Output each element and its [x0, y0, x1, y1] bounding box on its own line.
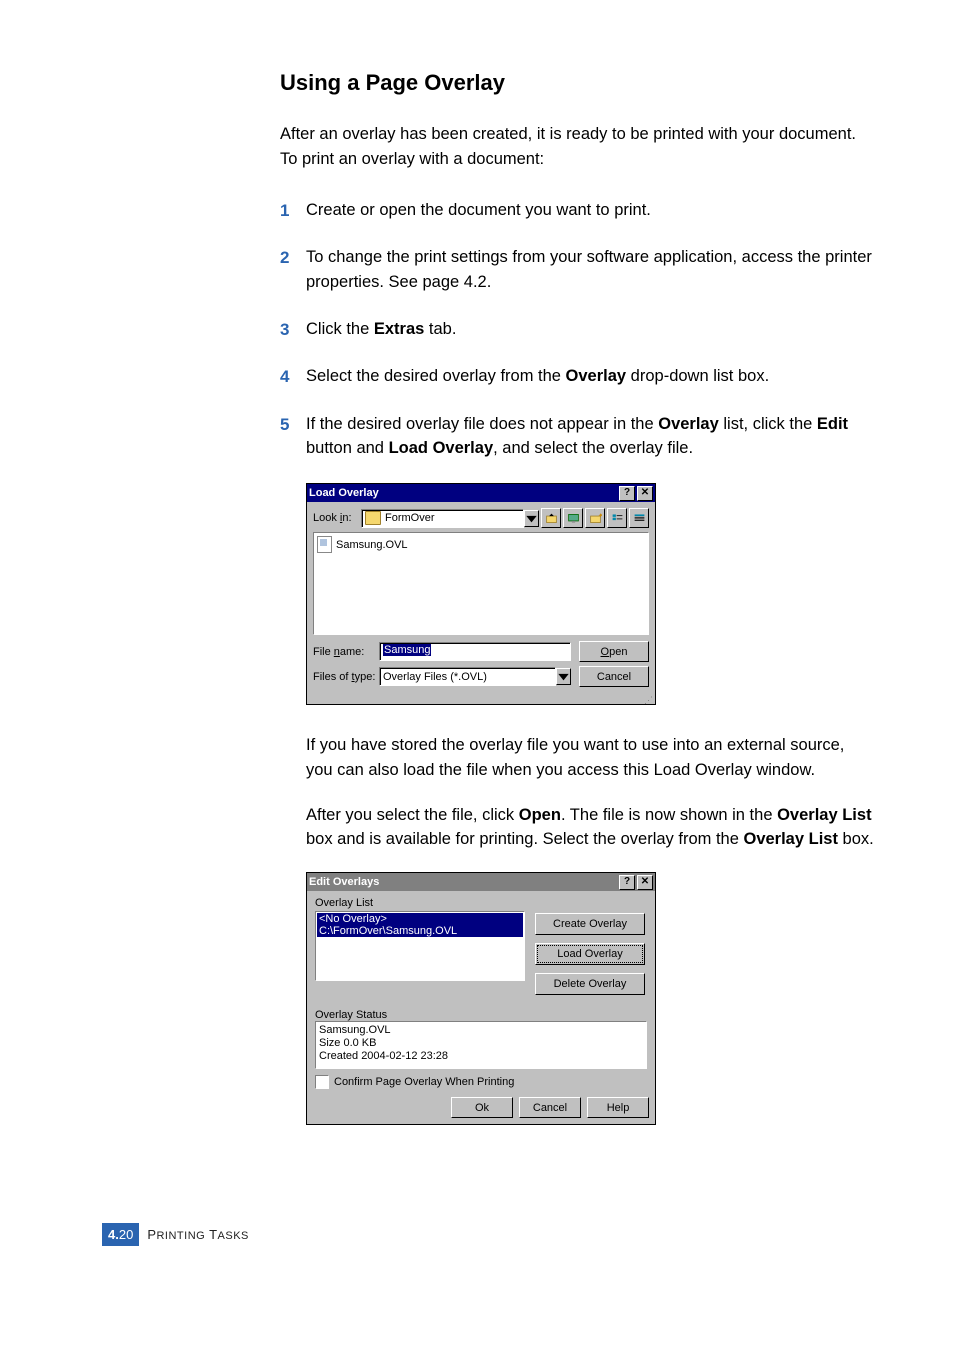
load-dialog-title: Load Overlay	[309, 487, 379, 499]
step5-a: If the desired overlay file does not app…	[306, 415, 658, 433]
edit-dialog-title: Edit Overlays	[309, 876, 379, 888]
status-line1: Samsung.OVL	[319, 1024, 643, 1037]
help-button[interactable]: Help	[587, 1097, 649, 1118]
lookin-label: Look in:	[313, 512, 361, 524]
create-overlay-button[interactable]: Create Overlay	[535, 913, 645, 935]
list-item[interactable]: <No Overlay>	[317, 913, 523, 925]
filetype-combo[interactable]: Overlay Files (*.OVL)	[379, 667, 556, 686]
mp2-b3: Overlay List	[743, 830, 837, 848]
mp2-c: box and is available for printing. Selec…	[306, 830, 743, 848]
desktop-icon[interactable]	[563, 508, 583, 528]
step1-body: Create or open the document you want to …	[306, 198, 874, 223]
confirm-label: Confirm Page Overlay When Printing	[334, 1076, 514, 1088]
step2-body: To change the print settings from your s…	[306, 245, 874, 295]
mid-para-2: After you select the file, click Open. T…	[306, 803, 874, 853]
overlay-status-box: Samsung.OVL Size 0.0 KB Created 2004-02-…	[315, 1021, 647, 1069]
filetype-drop-icon[interactable]	[556, 668, 571, 685]
step-number-3: 3	[280, 317, 306, 343]
step4-a: Select the desired overlay from the	[306, 367, 566, 385]
status-line2: Size 0.0 KB	[319, 1037, 643, 1050]
folder-icon	[365, 511, 381, 525]
step5-body: If the desired overlay file does not app…	[306, 412, 874, 462]
close-icon[interactable]: ✕	[637, 486, 653, 501]
file-item[interactable]: Samsung.OVL	[317, 536, 645, 553]
step5-c: button and	[306, 439, 389, 457]
step5-bold2: Edit	[817, 415, 848, 433]
lookin-combo[interactable]: FormOver	[361, 509, 524, 528]
load-overlay-dialog: Load Overlay ? ✕ Look in: FormOver	[306, 483, 656, 705]
ok-button[interactable]: Ok	[451, 1097, 513, 1118]
filename-input[interactable]: Samsung	[379, 642, 571, 661]
help-icon[interactable]: ?	[619, 875, 635, 890]
step5-b: list, click the	[719, 415, 817, 433]
cancel-button[interactable]: Cancel	[579, 666, 649, 687]
cancel-button[interactable]: Cancel	[519, 1097, 581, 1118]
step3-a: Click the	[306, 320, 374, 338]
filename-label: File name:	[313, 646, 379, 658]
up-folder-icon[interactable]	[541, 508, 561, 528]
chapter-num: 4.	[108, 1227, 119, 1242]
open-button[interactable]: Open	[579, 641, 649, 662]
step5-d: , and select the overlay file.	[493, 439, 693, 457]
mp2-b2: Overlay List	[777, 806, 871, 824]
step5-bold3: Load Overlay	[389, 439, 494, 457]
overlay-list-label: Overlay List	[315, 897, 647, 909]
page-number-box: 4.20	[102, 1223, 139, 1246]
file-item-label: Samsung.OVL	[336, 539, 408, 551]
filetype-value: Overlay Files (*.OVL)	[383, 671, 487, 683]
confirm-checkbox[interactable]	[315, 1075, 329, 1089]
load-overlay-button[interactable]: Load Overlay	[535, 943, 645, 965]
step3-bold: Extras	[374, 320, 424, 338]
step4-body: Select the desired overlay from the Over…	[306, 364, 874, 389]
step-number-5: 5	[280, 412, 306, 438]
list-item[interactable]: C:\FormOver\Samsung.OVL	[317, 925, 523, 937]
resize-grip-icon[interactable]: ⋰	[307, 697, 655, 704]
page-num: 20	[119, 1227, 133, 1242]
footer-section-title: PRINTING TASKS	[147, 1227, 249, 1242]
mp2-d: box.	[838, 830, 874, 848]
help-icon[interactable]: ?	[619, 486, 635, 501]
lookin-drop-icon[interactable]	[524, 510, 539, 527]
document-icon	[317, 536, 332, 553]
step-number-4: 4	[280, 364, 306, 390]
edit-overlays-dialog: Edit Overlays ? ✕ Overlay List <No Overl…	[306, 872, 656, 1125]
delete-overlay-button[interactable]: Delete Overlay	[535, 973, 645, 995]
step-number-2: 2	[280, 245, 306, 271]
mp2-b: . The file is now shown in the	[561, 806, 777, 824]
step4-bold: Overlay	[566, 367, 627, 385]
list-view-icon[interactable]	[607, 508, 627, 528]
file-list[interactable]: Samsung.OVL	[313, 532, 649, 635]
overlay-listbox[interactable]: <No Overlay> C:\FormOver\Samsung.OVL	[315, 911, 525, 981]
step-number-1: 1	[280, 198, 306, 224]
page-heading: Using a Page Overlay	[280, 70, 874, 96]
filetype-label: Files of type:	[313, 671, 379, 683]
mp2-b1: Open	[519, 806, 561, 824]
close-icon[interactable]: ✕	[637, 875, 653, 890]
details-view-icon[interactable]	[629, 508, 649, 528]
status-line3: Created 2004-02-12 23:28	[319, 1050, 643, 1063]
new-folder-icon[interactable]: ✦	[585, 508, 605, 528]
step3-b: tab.	[424, 320, 456, 338]
mp2-a: After you select the file, click	[306, 806, 519, 824]
mid-para-1: If you have stored the overlay file you …	[306, 733, 874, 783]
svg-text:✦: ✦	[597, 512, 601, 520]
step3-body: Click the Extras tab.	[306, 317, 874, 342]
lookin-value: FormOver	[385, 512, 435, 524]
step4-b: drop-down list box.	[626, 367, 769, 385]
step5-bold1: Overlay	[658, 415, 719, 433]
filename-value: Samsung	[383, 644, 431, 656]
intro-text: After an overlay has been created, it is…	[280, 122, 874, 172]
overlay-status-label: Overlay Status	[315, 1009, 647, 1021]
